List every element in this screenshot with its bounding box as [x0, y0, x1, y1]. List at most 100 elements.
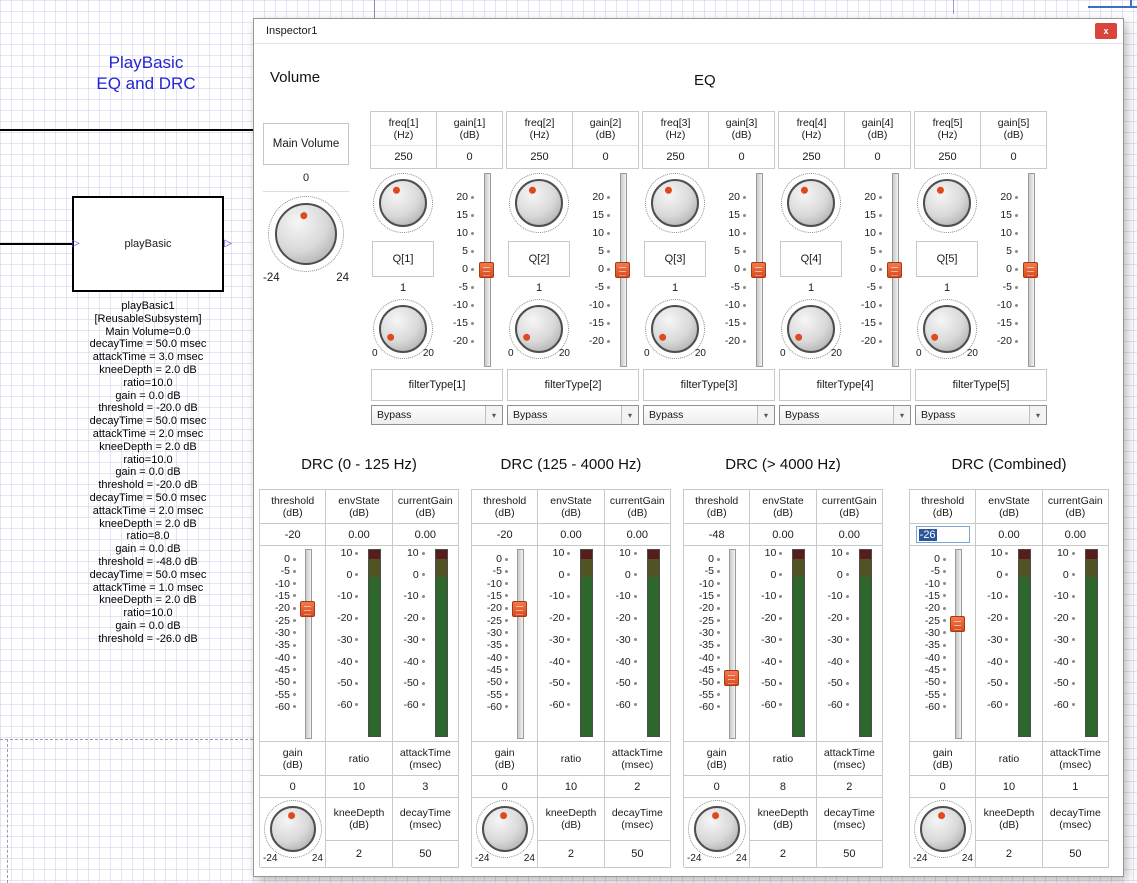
kneedepth-value[interactable]: 2 [976, 841, 1041, 866]
gain-slider[interactable]: 20 15 10 [710, 171, 774, 367]
tick-dot [422, 703, 425, 706]
slider-handle[interactable] [1023, 262, 1038, 278]
slider-handle[interactable] [300, 601, 315, 617]
freq-value[interactable]: 250 [643, 146, 708, 168]
threshold-slider[interactable]: 0-5-10-15-20-25-30-35-40-45-50-55-60 [684, 546, 750, 742]
slider-track[interactable] [955, 549, 962, 739]
gain-slider[interactable]: 20 15 10 [846, 171, 910, 367]
gain-value[interactable]: 0 [472, 776, 538, 798]
slider-track[interactable] [517, 549, 524, 739]
envstate-value: 0.00 [750, 524, 816, 546]
tick-dot [1015, 286, 1018, 289]
filtertype-dropdown[interactable]: Bypass ▾ [643, 405, 775, 425]
gain-value[interactable]: 0 [437, 146, 502, 168]
scale-row: -30 [819, 634, 849, 646]
freq-knob[interactable] [781, 173, 841, 233]
tick-dot [634, 638, 637, 641]
threshold-value[interactable]: -26 [910, 524, 976, 546]
playbasic-block[interactable]: playBasic ▷ ▷ [72, 196, 224, 292]
gain-value[interactable]: 0 [573, 146, 638, 168]
freq-knob[interactable] [373, 173, 433, 233]
gain-value[interactable]: 0 [709, 146, 774, 168]
slider-track[interactable] [756, 173, 763, 367]
drc-group-title: DRC (0 - 125 Hz) [259, 456, 459, 473]
freq-knob[interactable] [645, 173, 705, 233]
filtertype-dropdown[interactable]: Bypass ▾ [507, 405, 639, 425]
attacktime-value[interactable]: 2 [817, 776, 883, 798]
slider-track[interactable] [1028, 173, 1035, 367]
gain-value[interactable]: 0 [981, 146, 1046, 168]
scale-label: 10 [728, 227, 740, 239]
q-value[interactable]: 1 [916, 279, 978, 297]
ratio-value[interactable]: 8 [750, 776, 816, 798]
slider-handle[interactable] [751, 262, 766, 278]
threshold-slider[interactable]: 0-5-10-15-20-25-30-35-40-45-50-55-60 [910, 546, 976, 742]
gain-knob[interactable] [688, 800, 746, 858]
gain-value[interactable]: 0 [910, 776, 976, 798]
ratio-value[interactable]: 10 [538, 776, 604, 798]
scale-label: -10 [615, 590, 630, 602]
slider-track[interactable] [892, 173, 899, 367]
kneedepth-value[interactable]: 2 [538, 841, 603, 866]
main-volume-knob[interactable] [268, 196, 344, 272]
filtertype-dropdown[interactable]: Bypass ▾ [371, 405, 503, 425]
window-titlebar[interactable]: Inspector1 x [254, 19, 1123, 44]
threshold-slider[interactable]: 0-5-10-15-20-25-30-35-40-45-50-55-60 [472, 546, 538, 742]
attacktime-value[interactable]: 3 [393, 776, 459, 798]
q-value[interactable]: 1 [508, 279, 570, 297]
slider-handle[interactable] [479, 262, 494, 278]
decaytime-value[interactable]: 50 [817, 841, 882, 866]
freq-value[interactable]: 250 [779, 146, 844, 168]
gain-slider[interactable]: 20 15 10 [438, 171, 502, 367]
tick-dot [1072, 660, 1075, 663]
threshold-slider[interactable]: 0-5-10-15-20-25-30-35-40-45-50-55-60 [260, 546, 326, 742]
ratio-value[interactable]: 10 [976, 776, 1042, 798]
gain-value[interactable]: 0 [260, 776, 326, 798]
attacktime-value[interactable]: 2 [605, 776, 671, 798]
main-volume-value[interactable]: 0 [263, 165, 349, 192]
freq-knob[interactable] [917, 173, 977, 233]
decaytime-value[interactable]: 50 [1043, 841, 1108, 866]
decaytime-value[interactable]: 50 [393, 841, 458, 866]
kneedepth-value[interactable]: 2 [326, 841, 391, 866]
decaytime-value[interactable]: 50 [605, 841, 670, 866]
freq-value[interactable]: 250 [507, 146, 572, 168]
slider-track[interactable] [729, 549, 736, 739]
slider-track[interactable] [484, 173, 491, 367]
gain-value[interactable]: 0 [684, 776, 750, 798]
tick-dot [293, 681, 296, 684]
tick-dot [567, 573, 570, 576]
freq-value[interactable]: 250 [915, 146, 980, 168]
scale-label: -55 [275, 689, 290, 701]
threshold-value[interactable]: -20 [472, 524, 538, 546]
slider-handle[interactable] [887, 262, 902, 278]
freq-value[interactable]: 250 [371, 146, 436, 168]
slider-track[interactable] [305, 549, 312, 739]
gain-knob[interactable] [914, 800, 972, 858]
freq-knob[interactable] [509, 173, 569, 233]
gain-knob[interactable] [476, 800, 534, 858]
ratio-value[interactable]: 10 [326, 776, 392, 798]
q-value[interactable]: 1 [780, 279, 842, 297]
slider-handle[interactable] [724, 670, 739, 686]
scale-row: -40 [686, 652, 720, 664]
slider-handle[interactable] [615, 262, 630, 278]
attacktime-value[interactable]: 1 [1043, 776, 1109, 798]
q-value[interactable]: 1 [372, 279, 434, 297]
slider-track[interactable] [620, 173, 627, 367]
threshold-input[interactable]: -26 [916, 526, 970, 543]
threshold-value[interactable]: -20 [260, 524, 326, 546]
slider-handle[interactable] [512, 601, 527, 617]
threshold-value[interactable]: -48 [684, 524, 750, 546]
q-value[interactable]: 1 [644, 279, 706, 297]
gain-slider[interactable]: 20 15 10 [574, 171, 638, 367]
scale-row: -15 [686, 590, 720, 602]
gain-slider[interactable]: 20 15 10 [982, 171, 1046, 367]
gain-knob[interactable] [264, 800, 322, 858]
filtertype-dropdown[interactable]: Bypass ▾ [779, 405, 911, 425]
gain-value[interactable]: 0 [845, 146, 910, 168]
filtertype-dropdown[interactable]: Bypass ▾ [915, 405, 1047, 425]
close-button[interactable]: x [1095, 23, 1117, 39]
kneedepth-value[interactable]: 2 [750, 841, 815, 866]
slider-handle[interactable] [950, 616, 965, 632]
